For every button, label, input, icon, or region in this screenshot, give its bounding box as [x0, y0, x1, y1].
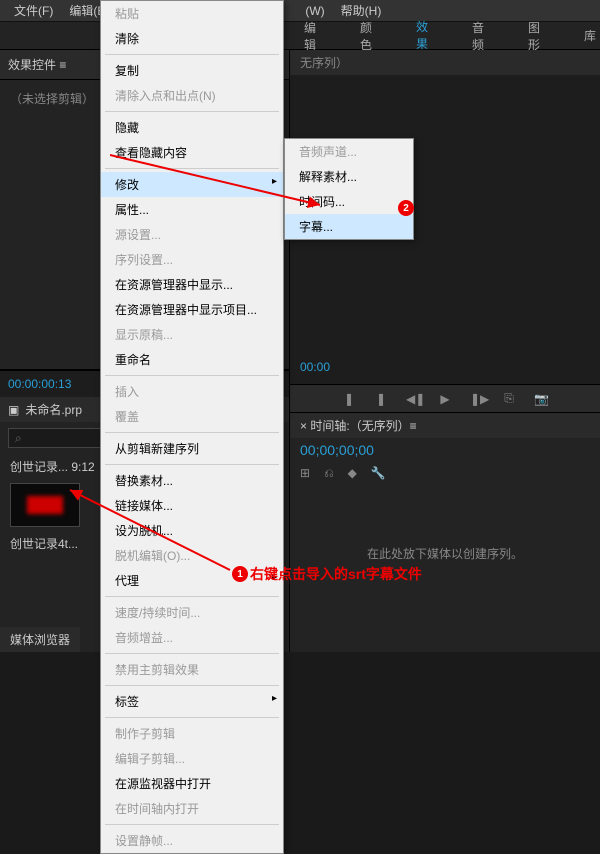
ctx-revealproj[interactable]: 在资源管理器中显示项目...	[101, 297, 283, 322]
camera-icon[interactable]: 📷	[534, 392, 548, 406]
export-icon[interactable]: ⎘	[502, 391, 516, 406]
ctx-offline[interactable]: 设为脱机...	[101, 518, 283, 543]
mark-in-icon[interactable]: ❚	[342, 392, 356, 406]
tab-library[interactable]: 库	[580, 23, 600, 48]
ctx-showhidden[interactable]: 查看隐藏内容	[101, 140, 283, 165]
timeline-tab[interactable]: × 时间轴:（无序列）≡	[290, 413, 600, 438]
ctx-newseq[interactable]: 从剪辑新建序列	[101, 436, 283, 461]
ctx-editsub[interactable]: 编辑子剪辑...	[101, 746, 283, 771]
link-icon[interactable]: ⎌	[324, 466, 334, 481]
sub-channels[interactable]: 音频声道...	[285, 139, 413, 164]
sub-caption[interactable]: 字幕...	[285, 214, 413, 239]
ctx-speed[interactable]: 速度/持续时间...	[101, 600, 283, 625]
ctx-seqset[interactable]: 序列设置...	[101, 247, 283, 272]
wrench-icon[interactable]: 🔧	[371, 466, 386, 481]
ctx-reveal[interactable]: 在资源管理器中显示...	[101, 272, 283, 297]
ctx-opentl[interactable]: 在时间轴内打开	[101, 796, 283, 821]
ctx-subseq[interactable]: 制作子剪辑	[101, 721, 283, 746]
timeline-timecode: 00;00;00;00	[290, 438, 600, 462]
timeline-empty-text: 在此处放下媒体以创建序列。	[290, 485, 600, 622]
play-icon[interactable]: ▶	[438, 392, 452, 406]
callout-number-2: 2	[398, 200, 414, 216]
callout-text: 右键点击导入的srt字幕文件	[250, 564, 422, 584]
sub-interpret[interactable]: 解释素材...	[285, 164, 413, 189]
ctx-overwrite[interactable]: 覆盖	[101, 404, 283, 429]
media-browser-tab[interactable]: 媒体浏览器	[0, 627, 80, 652]
sub-timecode[interactable]: 时间码...	[285, 189, 413, 214]
ctx-replace[interactable]: 替换素材...	[101, 468, 283, 493]
ctx-props[interactable]: 属性...	[101, 197, 283, 222]
ctx-opensrc[interactable]: 在源监视器中打开	[101, 771, 283, 796]
bin-label: 创世记录... 9:12	[10, 458, 95, 475]
marker-icon[interactable]: ◆	[348, 466, 357, 481]
ctx-setposter[interactable]: 设置静帧...	[101, 828, 283, 853]
monitor-tab[interactable]: 无序列）	[290, 50, 600, 75]
monitor-timecode: 00:00	[300, 360, 330, 374]
ctx-copy[interactable]: 复制	[101, 58, 283, 83]
menu-file[interactable]: 文件(F)	[6, 0, 61, 21]
ctx-inout[interactable]: 清除入点和出点(N)	[101, 83, 283, 108]
context-menu-main: 粘贴 清除 复制 清除入点和出点(N) 隐藏 查看隐藏内容 修改 属性... 源…	[100, 0, 284, 854]
bin-label: 创世记录4t...	[10, 535, 78, 552]
ctx-disablefx[interactable]: 禁用主剪辑效果	[101, 657, 283, 682]
ctx-modify[interactable]: 修改	[101, 172, 283, 197]
ctx-hide[interactable]: 隐藏	[101, 115, 283, 140]
ctx-label[interactable]: 标签	[101, 689, 283, 714]
ctx-srcset[interactable]: 源设置...	[101, 222, 283, 247]
ctx-gain[interactable]: 音频增益...	[101, 625, 283, 650]
ctx-clear[interactable]: 清除	[101, 26, 283, 51]
ctx-rename[interactable]: 重命名	[101, 347, 283, 372]
project-name: 未命名.prp	[25, 401, 82, 418]
premiere-icon: ▣	[8, 403, 19, 417]
ctx-showorig[interactable]: 显示原稿...	[101, 322, 283, 347]
ctx-paste[interactable]: 粘贴	[101, 1, 283, 26]
snap-icon[interactable]: ⊞	[300, 466, 310, 481]
context-submenu-modify: 音频声道... 解释素材... 时间码... 字幕...	[284, 138, 414, 240]
step-fwd-icon[interactable]: ❚▶	[470, 392, 484, 406]
step-back-icon[interactable]: ◀❚	[406, 392, 420, 406]
ctx-insert[interactable]: 插入	[101, 379, 283, 404]
mark-out-icon[interactable]: ❚	[374, 392, 388, 406]
ctx-link[interactable]: 链接媒体...	[101, 493, 283, 518]
callout-number-1: 1	[232, 566, 248, 582]
